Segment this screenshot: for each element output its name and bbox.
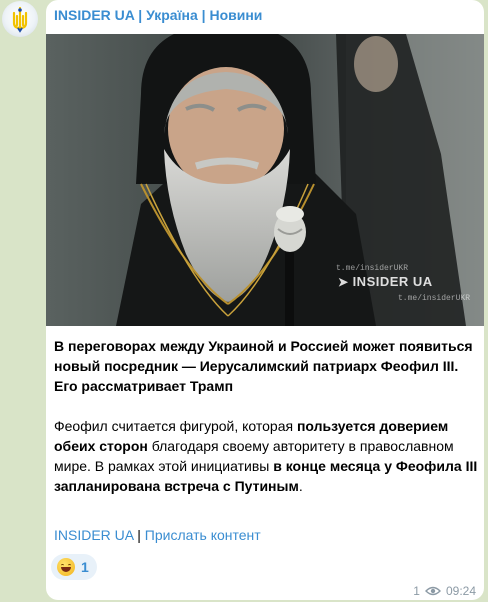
view-count: 1 (413, 584, 420, 598)
insider-ua-link[interactable]: INSIDER UA (54, 527, 133, 543)
message-text: В переговорах между Украиной и Россией м… (54, 336, 478, 516)
message-paragraph: Феофил считается фигурой, которая пользу… (54, 418, 478, 494)
telegram-plane-icon: ➤ (338, 275, 349, 289)
eye-icon (424, 586, 441, 596)
channel-name[interactable]: INSIDER UA | Україна | Новини (54, 7, 262, 23)
trident-icon (12, 6, 28, 33)
channel-avatar[interactable] (2, 1, 38, 37)
submit-content-link[interactable]: Прислать контент (145, 527, 261, 543)
message-time: 09:24 (445, 584, 476, 598)
watermark-bottom: t.me/insiderUKR (398, 294, 471, 303)
reaction-button[interactable]: 1 (51, 554, 97, 580)
message-photo[interactable]: t.me/insiderUKR ➤ INSIDER UA t.me/insider… (46, 34, 484, 326)
watermark-brand: ➤ INSIDER UA (338, 274, 433, 289)
watermark-top: t.me/insiderUKR (336, 264, 409, 273)
links-separator: | (133, 527, 145, 543)
grinning-face-icon (57, 558, 75, 576)
message-bubble: INSIDER UA | Україна | Новини t.me/insid… (46, 0, 484, 600)
footer-links: INSIDER UA | Прислать контент (54, 526, 261, 544)
reaction-count: 1 (81, 559, 89, 575)
message-headline: В переговорах между Украиной и Россией м… (54, 338, 473, 394)
message-meta: 1 09:24 (413, 584, 476, 598)
